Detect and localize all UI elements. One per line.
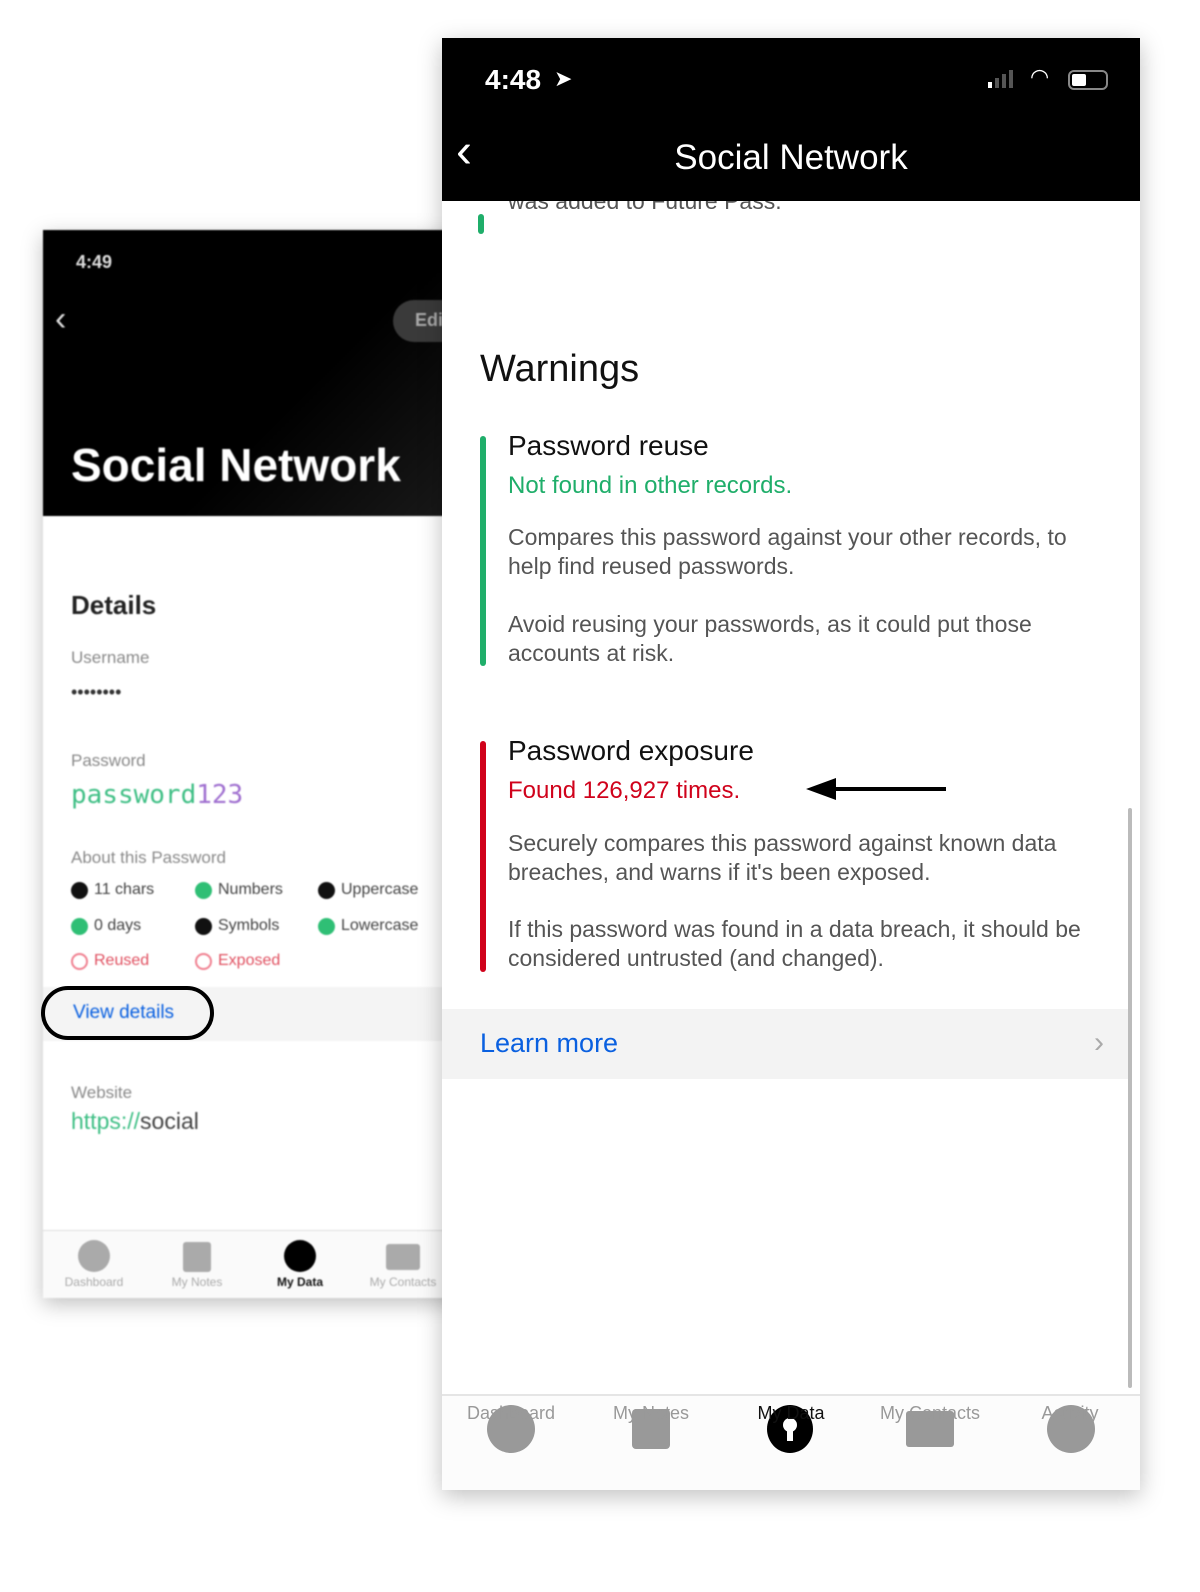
contact-card-icon[interactable] (386, 1244, 420, 1270)
reuse-description: Compares this password against your othe… (508, 524, 1067, 579)
notes-icon[interactable] (183, 1242, 211, 1272)
exposure-description: Securely compares this password against … (508, 830, 1057, 885)
about-label: About this Password (71, 848, 226, 867)
tab-my-data[interactable]: My Data (250, 1275, 350, 1289)
website-host: social (140, 1108, 199, 1134)
tab-my-notes[interactable]: My Notes (147, 1275, 247, 1289)
tab-my-data[interactable]: My Data (721, 1403, 861, 1424)
chip-symbols: Symbols (195, 917, 279, 935)
section-title: Warnings (480, 348, 640, 390)
check-circle-icon (195, 881, 212, 899)
chip-label: 0 days (94, 917, 142, 934)
learn-more-link[interactable]: Learn more (480, 1028, 618, 1059)
alert-icon (71, 952, 88, 970)
website-scheme: https:// (71, 1108, 141, 1134)
password-label: Password (71, 751, 146, 770)
person-icon[interactable] (78, 1240, 110, 1272)
background-screen: 4:49 ‹ Edit Social Network Details Usern… (43, 230, 463, 1298)
chip-age: 0 days (71, 917, 141, 935)
chip-label: Reused (94, 952, 150, 969)
keyhole-icon[interactable] (284, 1240, 316, 1272)
chip-label: 11 chars (94, 881, 155, 898)
foreground-screen: was added to Future Pass. 4:48 ➤ ◠ ‹ Soc… (442, 38, 1140, 1490)
tab-dashboard[interactable]: Dashboard (44, 1275, 144, 1289)
chip-length: 11 chars (71, 881, 154, 899)
x-circle-icon (71, 881, 88, 899)
chip-label: Numbers (218, 881, 283, 898)
status-time: 4:49 (76, 252, 113, 272)
info-bar (478, 214, 484, 234)
chip-uppercase: Uppercase (318, 881, 418, 899)
signal-icon (988, 70, 1013, 88)
tab-my-notes[interactable]: My Notes (581, 1403, 721, 1424)
password-letters: password (71, 780, 197, 810)
reuse-title: Password reuse (508, 430, 709, 461)
username-value[interactable]: •••••••• (71, 682, 121, 703)
exposure-status-bar (480, 741, 486, 972)
chip-label: Uppercase (341, 881, 419, 898)
chip-label: Symbols (218, 917, 280, 934)
x-circle-icon (195, 917, 212, 935)
arrow-annotation (806, 778, 946, 800)
exposure-title: Password exposure (508, 735, 754, 766)
reuse-status: Not found in other records. (508, 472, 793, 499)
chip-numbers: Numbers (195, 881, 283, 899)
tab-my-contacts[interactable]: My Contacts (860, 1403, 1000, 1424)
wifi-icon: ◠ (1030, 64, 1050, 89)
exposure-status: Found 126,927 times. (508, 777, 741, 804)
password-digits: 123 (196, 780, 244, 810)
check-circle-icon (71, 917, 88, 935)
check-circle-icon (318, 917, 335, 935)
page-title: Social Network (674, 138, 908, 177)
tab-my-contacts[interactable]: My Contacts (353, 1275, 453, 1289)
chip-label: Lowercase (341, 917, 419, 934)
website-value[interactable]: https://social (71, 1108, 199, 1135)
username-label: Username (71, 648, 150, 667)
tab-activity[interactable]: Activity (1000, 1403, 1140, 1424)
chevron-right-icon: › (1094, 1026, 1104, 1059)
tab-dashboard[interactable]: Dashboard (442, 1403, 581, 1424)
password-value[interactable]: password123 (71, 780, 243, 810)
back-icon[interactable]: ‹ (55, 300, 66, 339)
location-icon: ➤ (554, 66, 573, 91)
battery-icon (1068, 70, 1108, 90)
status-time: 4:48 (485, 64, 542, 95)
chip-exposed: Exposed (195, 952, 280, 970)
page-title: Social Network (71, 439, 401, 491)
chip-lowercase: Lowercase (318, 917, 418, 935)
section-title: Details (71, 590, 157, 620)
reuse-status-bar (480, 436, 486, 666)
exposure-advice: If this password was found in a data bre… (508, 916, 1081, 971)
reuse-advice: Avoid reusing your passwords, as it coul… (508, 611, 1032, 666)
highlight-annotation (41, 986, 214, 1040)
website-label: Website (71, 1083, 133, 1102)
x-circle-icon (318, 881, 335, 899)
scrollbar[interactable] (1128, 808, 1132, 1388)
chip-label: Exposed (218, 952, 281, 969)
chip-reused: Reused (71, 952, 149, 970)
alert-icon (195, 952, 212, 970)
